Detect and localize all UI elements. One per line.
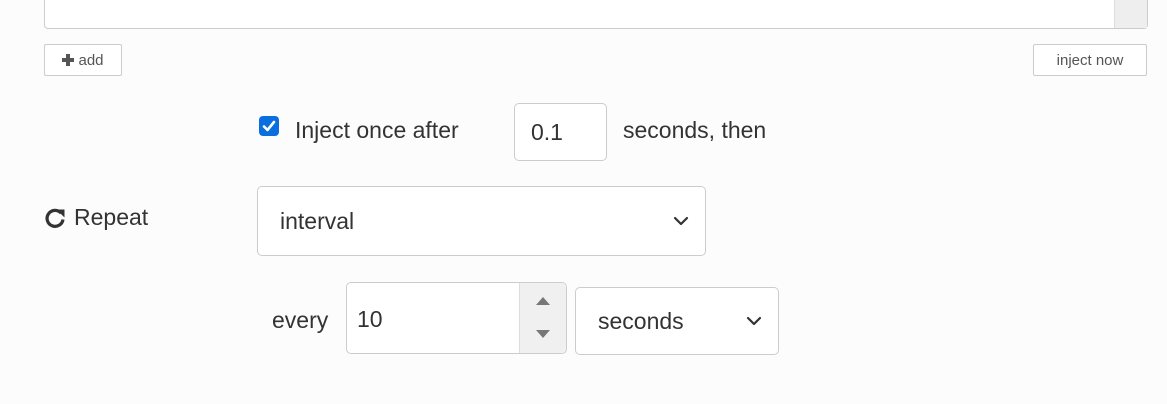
inject-now-label: inject now bbox=[1056, 51, 1124, 69]
redo-icon bbox=[45, 208, 65, 228]
interval-value: 10 bbox=[357, 306, 383, 332]
list-scrollbar[interactable] bbox=[1114, 0, 1147, 28]
seconds-then-label: seconds, then bbox=[623, 117, 767, 143]
chevron-down-icon bbox=[673, 216, 689, 226]
interval-units-value: seconds bbox=[598, 307, 684, 334]
inject-now-button[interactable]: inject now bbox=[1033, 44, 1147, 76]
chevron-down-icon bbox=[746, 316, 762, 326]
spinner-down-icon[interactable] bbox=[520, 318, 566, 353]
repeat-label: Repeat bbox=[44, 204, 148, 231]
repeat-mode-value: interval bbox=[280, 207, 355, 234]
repeat-label-text: Repeat bbox=[74, 204, 149, 230]
interval-value-input[interactable]: 10 bbox=[346, 282, 567, 354]
plus-icon bbox=[62, 54, 75, 66]
interval-units-select[interactable]: seconds bbox=[575, 287, 779, 355]
inject-once-checkbox[interactable] bbox=[259, 116, 279, 136]
add-property-button[interactable]: add bbox=[44, 44, 122, 76]
every-label: every bbox=[272, 307, 329, 333]
add-button-label: add bbox=[78, 51, 104, 69]
check-icon bbox=[262, 120, 276, 132]
interval-spinner[interactable] bbox=[519, 283, 566, 353]
property-list[interactable] bbox=[44, 0, 1148, 29]
inject-delay-input[interactable] bbox=[514, 103, 607, 161]
spinner-up-icon[interactable] bbox=[520, 283, 566, 318]
repeat-mode-select[interactable]: interval bbox=[257, 186, 706, 256]
inject-once-label: Inject once after bbox=[295, 117, 459, 143]
